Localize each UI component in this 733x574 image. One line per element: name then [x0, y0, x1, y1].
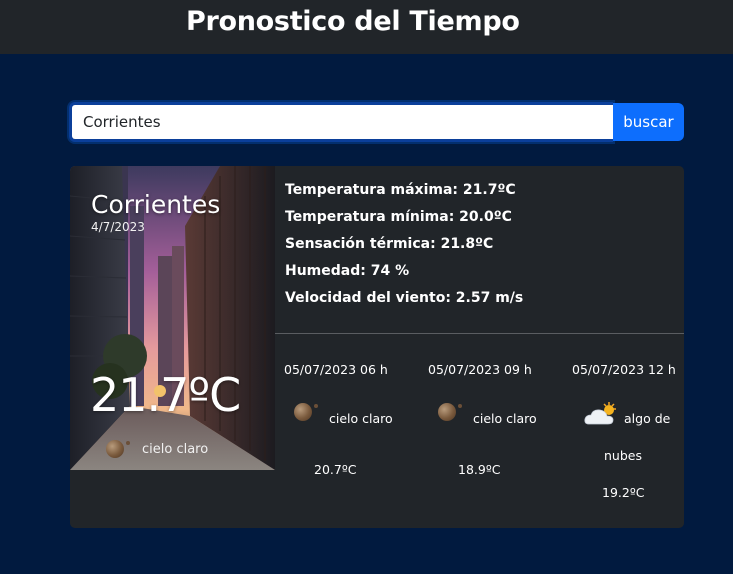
app-title: Pronostico del Tiempo	[186, 6, 520, 37]
forecast-condition-line2: nubes	[604, 448, 642, 463]
city-search-input[interactable]	[69, 102, 613, 142]
current-condition-label: cielo claro	[142, 441, 209, 457]
forecast-condition: cielo claro	[329, 411, 393, 426]
top-navbar: Pronostico del Tiempo	[0, 0, 733, 54]
divider	[275, 333, 684, 334]
temp-min: Temperatura mínima: 20.0ºC	[285, 209, 512, 225]
forecast-temp: 18.9ºC	[458, 462, 501, 477]
city-name: Corrientes	[91, 190, 221, 219]
forecast-temp: 19.2ºC	[602, 485, 645, 500]
weather-details: Temperatura máxima: 21.7ºC Temperatura m…	[285, 180, 523, 315]
cloud-sun-icon	[584, 402, 616, 425]
current-condition: cielo claro	[106, 440, 208, 458]
humidity: Humedad: 74 %	[285, 263, 410, 279]
feels-like: Sensación térmica: 21.8ºC	[285, 236, 494, 252]
forecast-condition-line1: algo de	[624, 411, 671, 426]
forecast-temp: 20.7ºC	[314, 462, 357, 477]
forecast-time: 05/07/2023 06 h	[284, 362, 388, 377]
current-temperature: 21.7ºC	[90, 368, 241, 422]
current-date: 4/7/2023	[91, 220, 145, 234]
weather-card: Corrientes 4/7/2023 21.7ºC cielo claro T…	[70, 166, 684, 528]
moon-icon	[294, 403, 318, 421]
wind-speed: Velocidad del viento: 2.57 m/s	[285, 290, 524, 306]
moon-icon	[438, 403, 462, 421]
moon-icon	[106, 440, 130, 458]
forecast-condition: cielo claro	[473, 411, 537, 426]
search-button[interactable]: buscar	[613, 103, 684, 141]
city-background-image: Corrientes 4/7/2023 21.7ºC cielo claro	[70, 166, 275, 470]
forecast-time: 05/07/2023 09 h	[428, 362, 532, 377]
temp-max: Temperatura máxima: 21.7ºC	[285, 182, 516, 198]
forecast-time: 05/07/2023 12 h	[572, 362, 676, 377]
